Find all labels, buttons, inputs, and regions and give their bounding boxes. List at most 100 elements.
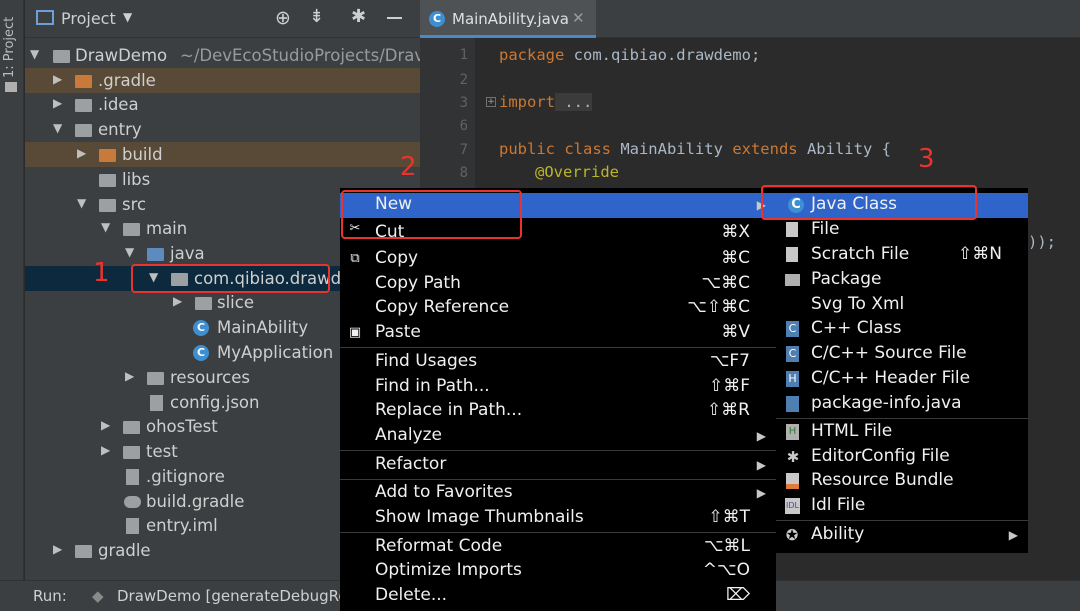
tree-label: .idea [98, 95, 139, 114]
submenu-item-html-file[interactable]: H HTML File [776, 420, 1028, 445]
menu-item-paste[interactable]: ▣ Paste ⌘V [340, 321, 776, 346]
tree-label: test [146, 442, 178, 461]
tree-row-entry[interactable]: ▼ entry [25, 117, 420, 142]
chevron-right-icon[interactable]: ▶ [125, 369, 134, 383]
code-keyword: public class [499, 140, 611, 158]
menu-item-reformat-code[interactable]: Reformat Code ⌥⌘L [340, 535, 776, 560]
submenu-item-c-header-file[interactable]: H C/C++ Header File [776, 367, 1028, 392]
menu-separator [776, 418, 1028, 419]
tree-label: ohosTest [146, 417, 218, 436]
java-class-icon: C [429, 11, 445, 27]
annotation-number: 1 [93, 258, 110, 288]
fold-icon[interactable]: + [486, 97, 496, 107]
clipboard-icon: ▣ [348, 325, 362, 340]
chevron-down-icon[interactable]: ▼ [101, 220, 110, 234]
chevron-right-icon[interactable]: ▶ [173, 294, 182, 308]
chevron-right-icon[interactable]: ▶ [53, 96, 62, 110]
menu-item-label: Copy Path [375, 273, 461, 293]
tree-label: gradle [98, 541, 151, 560]
submenu-item-ability[interactable]: ✪ Ability ▶ [776, 523, 1028, 548]
tree-row-build[interactable]: ▶ build [25, 142, 420, 167]
submenu-item-file[interactable]: File [776, 218, 1028, 243]
tree-label: build.gradle [146, 492, 245, 511]
submenu-item-package[interactable]: Package [776, 268, 1028, 293]
submenu-item-c-source-file[interactable]: C C/C++ Source File [776, 342, 1028, 367]
chevron-right-icon[interactable]: ▶ [77, 146, 86, 160]
menu-item-label: EditorConfig File [811, 446, 950, 466]
menu-item-refactor[interactable]: Refactor ▶ [340, 453, 776, 478]
chevron-down-icon[interactable]: ▼ [30, 47, 39, 61]
submenu-item-scratch-file[interactable]: Scratch File ⇧⌘N [776, 243, 1028, 268]
tree-label: main [146, 219, 188, 238]
resources-folder-icon [147, 372, 164, 385]
tree-label: .gitignore [146, 467, 225, 486]
package-icon [785, 274, 800, 286]
chevron-right-icon[interactable]: ▶ [53, 72, 62, 86]
menu-item-add-to-favorites[interactable]: Add to Favorites ▶ [340, 481, 776, 506]
menu-item-label: Package [811, 269, 882, 289]
menu-item-label: package-info.java [811, 393, 962, 413]
c-header-icon: H [786, 371, 799, 387]
menu-item-label: Resource Bundle [811, 470, 954, 490]
menu-item-find-usages[interactable]: Find Usages ⌥F7 [340, 350, 776, 375]
chevron-down-icon[interactable]: ▼ [77, 196, 86, 210]
menu-item-label: Copy Reference [375, 297, 510, 317]
chevron-right-icon[interactable]: ▶ [101, 418, 110, 432]
tree-row-gradle-dir[interactable]: ▶ .gradle [25, 68, 420, 93]
submenu-item-idl-file[interactable]: IDL Idl File [776, 494, 1028, 519]
scratch-file-icon [786, 247, 798, 262]
submenu-item-editorconfig[interactable]: ✱ EditorConfig File [776, 445, 1028, 470]
project-view-icon [36, 10, 54, 25]
menu-item-find-in-path[interactable]: Find in Path... ⇧⌘F [340, 375, 776, 400]
collapse-all-icon[interactable]: ⇟ [309, 6, 324, 27]
folder-icon [5, 82, 17, 92]
project-view-title[interactable]: Project [61, 9, 116, 28]
minimize-icon[interactable] [387, 17, 402, 19]
menu-item-delete[interactable]: Delete... ⌦ [340, 584, 776, 609]
editor-tab[interactable]: C MainAbility.java ✕ [420, 0, 596, 38]
tree-row-drawdemo[interactable]: ▼ DrawDemo ~/DevEcoStudioProjects/Drav [25, 43, 424, 68]
submenu-item-resource-bundle[interactable]: Resource Bundle [776, 469, 1028, 494]
cpp-class-icon: C [786, 321, 799, 337]
highlight-box-java-class [761, 185, 977, 220]
line-number: 3 [459, 95, 468, 111]
module-folder-icon [53, 50, 70, 63]
tree-label: MyApplication [217, 343, 334, 362]
gear-icon[interactable]: ✱ [351, 6, 366, 27]
submenu-arrow-icon: ▶ [1008, 528, 1018, 542]
menu-separator [340, 450, 776, 451]
submenu-item-package-info[interactable]: package-info.java [776, 392, 1028, 417]
chevron-right-icon[interactable]: ▶ [101, 443, 110, 457]
project-tool-button[interactable]: 1: Project [2, 6, 17, 78]
chevron-down-icon[interactable]: ▼ [125, 245, 134, 259]
tree-label: MainAbility [217, 318, 309, 337]
code-text: MainAbility [610, 140, 733, 158]
run-config-tab[interactable]: DrawDemo [generateDebugRe [117, 587, 348, 605]
locate-icon[interactable]: ⊕ [275, 7, 291, 29]
submenu-item-svg-to-xml[interactable]: Svg To Xml [776, 293, 1028, 318]
menu-item-copy-reference[interactable]: Copy Reference ⌥⇧⌘C [340, 296, 776, 321]
menu-item-optimize-imports[interactable]: Optimize Imports ^⌥O [340, 559, 776, 584]
menu-item-analyze[interactable]: Analyze ▶ [340, 424, 776, 449]
highlight-box-package [131, 264, 330, 293]
tree-label: slice [217, 293, 254, 312]
tree-row-idea[interactable]: ▶ .idea [25, 92, 420, 117]
line-number: 1 [459, 47, 468, 63]
menu-item-shortcut: ⌘V [721, 322, 750, 342]
chevron-right-icon[interactable]: ▶ [53, 542, 62, 556]
submenu-item-cpp-class[interactable]: C C++ Class [776, 317, 1028, 342]
menu-item-copy-path[interactable]: Copy Path ⌥⌘C [340, 272, 776, 297]
menu-item-show-image-thumbnails[interactable]: Show Image Thumbnails ⇧⌘T [340, 506, 776, 531]
chevron-down-icon[interactable]: ▼ [53, 121, 62, 135]
menu-item-label: Idl File [811, 495, 866, 515]
code-annotation: @Override [535, 163, 619, 181]
close-icon[interactable]: ✕ [572, 9, 585, 27]
menu-item-replace-in-path[interactable]: Replace in Path... ⇧⌘R [340, 399, 776, 424]
tree-path: ~/DevEcoStudioProjects/Drav [180, 46, 425, 65]
chevron-down-icon[interactable]: ▼ [123, 10, 132, 24]
menu-item-copy[interactable]: ⧉ Copy ⌘C [340, 247, 776, 272]
gitignore-file-icon [126, 469, 139, 485]
iml-file-icon [126, 518, 139, 534]
menu-item-label: C/C++ Header File [811, 368, 971, 388]
menu-item-label: Svg To Xml [811, 294, 905, 314]
